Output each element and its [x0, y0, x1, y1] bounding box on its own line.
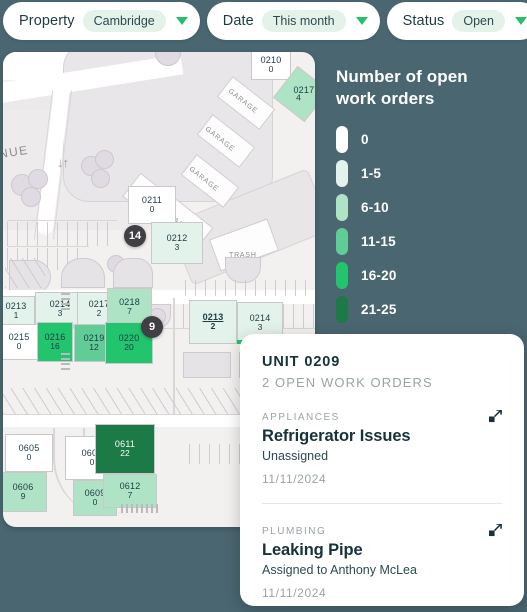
- work-order-title: Refrigerator Issues: [262, 427, 411, 445]
- chevron-down-icon[interactable]: [514, 17, 527, 25]
- legend-item-4: 16-20: [336, 259, 522, 293]
- legend-label: 1-5: [361, 166, 382, 181]
- work-order-assignment: Assigned to Anthony McLea: [262, 563, 417, 577]
- parking-hatch: [185, 280, 315, 296]
- legend-item-1: 1-5: [336, 157, 522, 191]
- legend-swatch: [336, 160, 348, 187]
- filter-property[interactable]: Property Cambridge: [3, 2, 200, 40]
- tree-icon: [28, 169, 48, 189]
- work-order-date: 11/11/2024: [262, 586, 327, 600]
- filter-date[interactable]: Date This month: [206, 2, 380, 40]
- filter-date-label: Date: [222, 13, 254, 29]
- filter-property-value: Cambridge: [82, 10, 166, 32]
- filter-status-value: Open: [452, 10, 505, 32]
- expand-arrow-icon[interactable]: [489, 524, 502, 537]
- legend-swatch: [336, 296, 348, 323]
- map-unit-count: 0: [16, 341, 22, 352]
- map-unit-count: 0: [149, 204, 155, 215]
- map-unit-count: 1: [13, 310, 19, 321]
- legend-item-3: 11-15: [336, 225, 522, 259]
- work-order-assignment: Unassigned: [262, 449, 329, 463]
- work-order-popup[interactable]: UNIT 0209 2 OPEN WORK ORDERS APPLIANCES …: [240, 334, 524, 606]
- map-unit-count: 0: [26, 452, 32, 463]
- expand-arrow-icon[interactable]: [489, 410, 502, 423]
- map-unit-count: 3: [174, 242, 180, 253]
- legend-label: 11-15: [361, 234, 396, 249]
- map-unit[interactable]: 0612 7: [103, 474, 157, 508]
- map-unit-count: 0: [92, 497, 98, 508]
- legend-swatch: [336, 262, 348, 289]
- tree-icon: [21, 187, 41, 207]
- work-order-category: PLUMBING: [262, 526, 327, 537]
- chevron-down-icon[interactable]: [355, 17, 368, 25]
- map-road-line: [7, 246, 89, 247]
- chevron-down-icon[interactable]: [175, 17, 188, 25]
- map-legend: Number of open work orders 0 1-5 6-10 11…: [336, 66, 522, 327]
- work-order-item[interactable]: APPLIANCES Refrigerator Issues Unassigne…: [262, 390, 502, 486]
- map-cluster-marker[interactable]: 9: [141, 316, 163, 338]
- legend-item-2: 6-10: [336, 191, 522, 225]
- map-road-line: [7, 220, 117, 221]
- map-unit-count: 4: [295, 92, 301, 103]
- map-unit-count: 12: [89, 342, 99, 353]
- map-unit-count: 7: [127, 306, 132, 317]
- map-unit[interactable]: 0605 0: [5, 434, 53, 472]
- crosswalk-marking: [121, 504, 161, 513]
- filter-date-value: This month: [261, 10, 346, 32]
- filter-status-label: Status: [402, 13, 445, 29]
- map-building: [183, 352, 231, 378]
- map-unit-count: 2: [96, 308, 102, 319]
- map-unit-count: 0: [89, 457, 95, 468]
- filter-property-label: Property: [19, 13, 75, 29]
- legend-swatch: [336, 228, 348, 255]
- work-order-category: APPLIANCES: [262, 412, 340, 423]
- map-unit-count: 2: [210, 321, 216, 332]
- legend-swatch: [336, 126, 348, 153]
- map-unit[interactable]: 0210 0: [251, 52, 291, 80]
- map-unit-count: 7: [127, 490, 133, 501]
- map-cluster-marker[interactable]: 14: [124, 225, 146, 247]
- map-building: [113, 258, 153, 288]
- work-order-date: 11/11/2024: [262, 472, 327, 486]
- map-unit-count: 3: [57, 308, 63, 319]
- legend-label: 6-10: [361, 200, 389, 215]
- map-building: [61, 258, 105, 288]
- direction-arrows-icon: ↓↑: [57, 155, 69, 170]
- work-order-item[interactable]: PLUMBING Leaking Pipe Assigned to Anthon…: [262, 504, 502, 600]
- map-unit[interactable]: 0606 9: [3, 472, 47, 512]
- legend-label: 0: [361, 132, 369, 147]
- legend-item-0: 0: [336, 123, 522, 157]
- work-order-title: Leaking Pipe: [262, 541, 363, 559]
- map-unit-count: 3: [257, 322, 263, 333]
- parking-hatch: [7, 222, 117, 246]
- legend-title: Number of open work orders: [336, 67, 468, 108]
- map-unit[interactable]: 0211 0: [128, 186, 176, 224]
- filter-status[interactable]: Status Open: [386, 2, 527, 40]
- tree-icon: [91, 169, 110, 188]
- legend-label: 21-25: [361, 302, 397, 317]
- map-unit-count: 9: [20, 491, 26, 502]
- map-unit[interactable]: 0212 3: [151, 222, 203, 264]
- map-unit[interactable]: 0213 1: [3, 296, 35, 326]
- filter-bar: Property Cambridge Date This month Statu…: [0, 0, 527, 42]
- crosswalk-marking: [61, 352, 70, 370]
- map-unit[interactable]: 0215 0: [3, 324, 41, 360]
- map-unit-hovered[interactable]: 0213 2: [189, 300, 237, 344]
- map-unit-count: 16: [50, 341, 60, 352]
- popup-subtitle: 2 OPEN WORK ORDERS: [262, 375, 433, 390]
- map-unit[interactable]: 0611 22: [95, 424, 155, 474]
- popup-unit-title: UNIT 0209: [262, 354, 341, 370]
- map-unit-count: 22: [120, 448, 130, 459]
- map-unit-count: 20: [124, 342, 134, 353]
- map-unit-count: 0: [268, 64, 274, 75]
- legend-swatch: [336, 194, 348, 221]
- crosswalk-marking: [61, 290, 70, 310]
- parking-hatch: [5, 258, 45, 288]
- tree-icon: [95, 150, 114, 169]
- legend-label: 16-20: [361, 268, 397, 283]
- legend-item-5: 21-25: [336, 293, 522, 327]
